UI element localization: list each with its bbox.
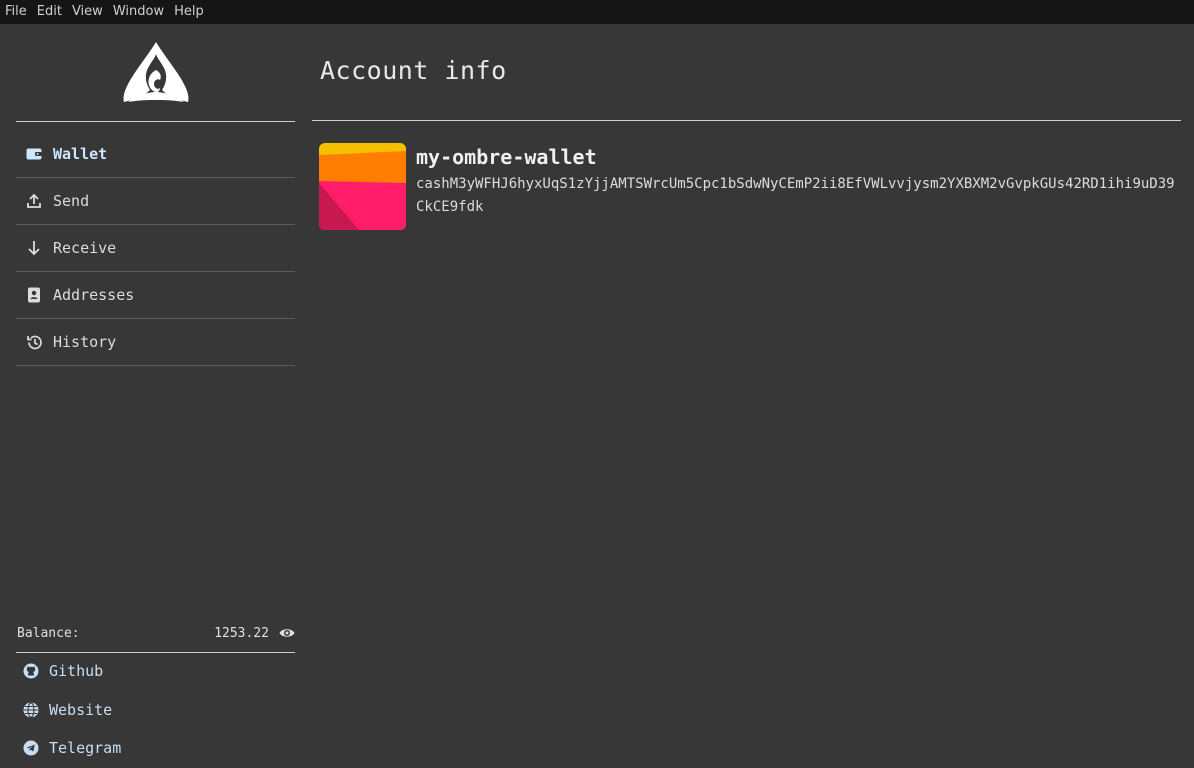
sidebar-item-label: Wallet bbox=[53, 145, 108, 163]
link-label: Telegram bbox=[49, 739, 122, 758]
github-link[interactable]: Github bbox=[16, 652, 295, 691]
arrow-down-icon bbox=[25, 239, 43, 257]
sidebar-item-label: Addresses bbox=[53, 286, 135, 304]
sidebar-item-history[interactable]: History bbox=[16, 319, 295, 366]
account-avatar bbox=[319, 143, 406, 230]
sidebar-item-label: Send bbox=[53, 192, 90, 210]
telegram-link[interactable]: Telegram bbox=[16, 729, 295, 768]
balance-label: Balance: bbox=[17, 625, 80, 641]
globe-icon bbox=[22, 701, 40, 719]
menu-help[interactable]: Help bbox=[169, 0, 209, 24]
history-icon bbox=[25, 333, 43, 351]
balance-value: 1253.22 bbox=[214, 625, 269, 641]
sidebar-item-label: History bbox=[53, 333, 117, 351]
sidebar-item-wallet[interactable]: Wallet bbox=[16, 131, 295, 178]
address-book-icon bbox=[25, 286, 43, 304]
link-label: Github bbox=[49, 662, 104, 681]
sidebar-item-send[interactable]: Send bbox=[16, 178, 295, 225]
eye-icon[interactable] bbox=[279, 627, 295, 639]
github-icon bbox=[22, 662, 40, 680]
external-links: Github Website Telegram bbox=[16, 652, 295, 768]
menu-file[interactable]: File bbox=[0, 0, 32, 24]
sidebar-item-addresses[interactable]: Addresses bbox=[16, 272, 295, 319]
ombre-logo-icon bbox=[123, 42, 189, 102]
balance-row: Balance: 1253.22 bbox=[16, 614, 295, 653]
menu-bar: File Edit View Window Help bbox=[0, 0, 1194, 24]
account-name: my-ombre-wallet bbox=[416, 145, 597, 169]
logo-area bbox=[16, 24, 295, 122]
menu-edit[interactable]: Edit bbox=[32, 0, 67, 24]
sidebar-nav: Wallet Send Receive Addresses History bbox=[16, 131, 295, 366]
upload-icon bbox=[25, 192, 43, 210]
title-divider bbox=[312, 120, 1181, 121]
menu-window[interactable]: Window bbox=[108, 0, 169, 24]
account-card: my-ombre-wallet cashM3yWFHJ6hyxUqS1zYjjA… bbox=[319, 143, 1181, 231]
sidebar-item-receive[interactable]: Receive bbox=[16, 225, 295, 272]
account-address[interactable]: cashM3yWFHJ6hyxUqS1zYjjAMTSWrcUm5Cpc1bSd… bbox=[416, 173, 1181, 219]
sidebar-item-label: Receive bbox=[53, 239, 117, 257]
link-label: Website bbox=[49, 700, 113, 719]
telegram-icon bbox=[22, 739, 40, 757]
main-content: Account info my-ombre-wallet cashM3yWFHJ… bbox=[312, 24, 1181, 764]
wallet-icon bbox=[25, 145, 43, 163]
sidebar: Wallet Send Receive Addresses History Ba… bbox=[16, 24, 295, 764]
website-link[interactable]: Website bbox=[16, 691, 295, 730]
menu-view[interactable]: View bbox=[67, 0, 108, 24]
page-title: Account info bbox=[320, 56, 507, 85]
